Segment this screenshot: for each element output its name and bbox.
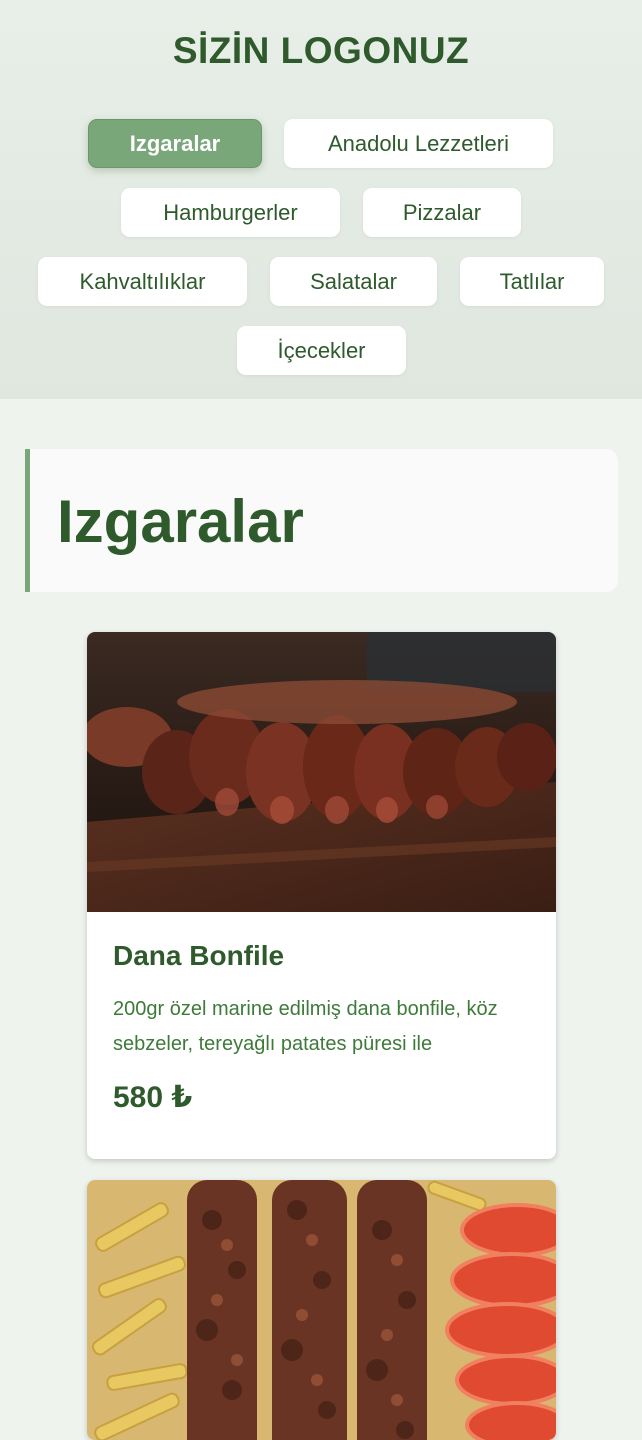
item-price: 580 ₺ (113, 1081, 193, 1114)
item-name: Dana Bonfile (113, 940, 285, 971)
menu-item-card[interactable]: Dana Bonfile 200gr özel marine edilmiş d… (87, 632, 556, 1159)
logo-text: SİZİN LOGONUZ (172, 30, 470, 71)
category-anadolu-lezzetleri-button[interactable]: Anadolu Lezzetleri (284, 119, 553, 168)
category-izgaralar-button[interactable]: Izgaralar (88, 119, 262, 168)
category-kahvaltiliklar-button[interactable]: Kahvaltılıklar (38, 257, 247, 306)
steak-photo (87, 632, 556, 912)
category-hamburgerler-button[interactable]: Hamburgerler (121, 188, 340, 237)
item-description: 200gr özel marine edilmiş dana bonfile, … (113, 998, 498, 1055)
category-salatalar-button[interactable]: Salatalar (270, 257, 437, 306)
menu-item-card[interactable] (87, 1180, 556, 1440)
section-header: Izgaralar (25, 449, 618, 592)
category-icecekler-button[interactable]: İçecekler (237, 326, 406, 375)
menu-header: SİZİN LOGONUZ Izgaralar Anadolu Lezzetle… (0, 0, 642, 399)
category-tatlilar-button[interactable]: Tatlılar (460, 257, 604, 306)
kebab-skewers-photo (87, 1180, 556, 1440)
category-pizzalar-button[interactable]: Pizzalar (363, 188, 521, 237)
section-title: Izgaralar (57, 488, 304, 555)
